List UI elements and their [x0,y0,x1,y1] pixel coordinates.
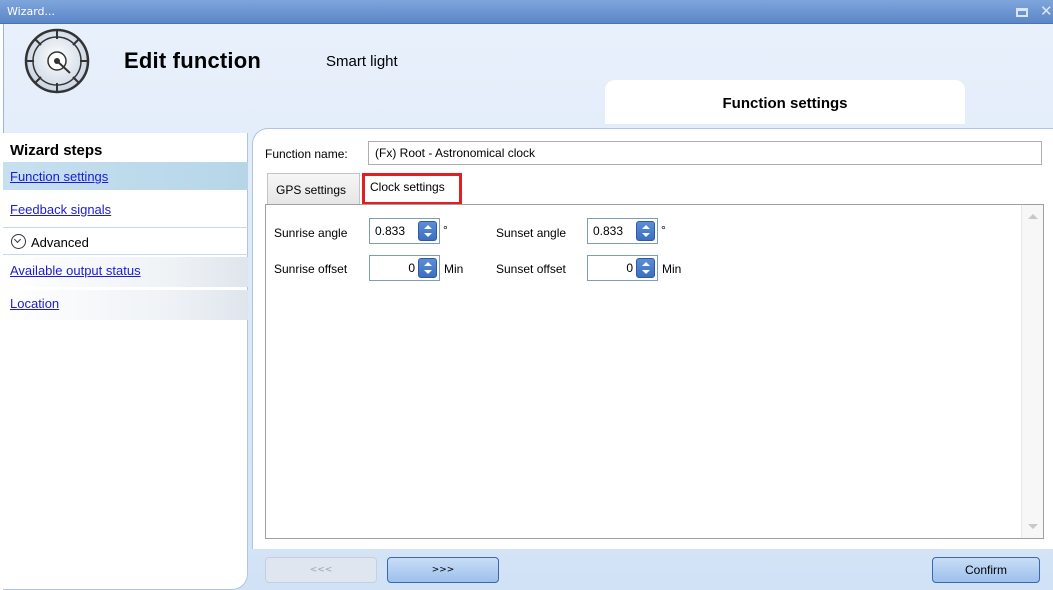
sunrise-angle-value[interactable]: 0.833 [375,224,415,238]
sunrise-angle-label: Sunrise angle [274,226,348,240]
scroll-up-icon[interactable] [1028,214,1038,219]
previous-button[interactable]: <<< [265,557,377,583]
spin-up-down-icon[interactable] [636,221,655,241]
spin-up-down-icon[interactable] [418,258,437,278]
page-title: Edit function [124,48,262,73]
scroll-down-icon[interactable] [1028,524,1038,529]
sunset-offset-unit: Min [662,262,682,276]
tab-clock-settings-label: Clock settings [370,180,445,194]
next-button[interactable]: >>> [387,557,499,583]
function-name-label: Function name: [265,147,348,161]
sidebar-item-function-settings[interactable]: Function settings [3,162,248,190]
tab-clock-settings[interactable]: Clock settings [362,173,462,205]
sidebar-title: Wizard steps [10,142,103,159]
sunset-angle-stepper[interactable]: 0.833 [587,218,658,244]
sunset-angle-label: Sunset angle [496,226,567,240]
sidebar-item-label[interactable]: Function settings [10,169,108,184]
sunrise-angle-unit: ° [443,223,448,237]
sunset-offset-label: Sunset offset [496,262,566,276]
sunrise-offset-unit: Min [444,262,464,276]
sidebar-item-label[interactable]: Location [10,296,59,311]
confirm-button[interactable]: Confirm [932,557,1040,583]
sunrise-offset-value[interactable]: 0 [375,261,415,275]
sidebar-item-label[interactable]: Available output status [10,263,141,278]
sidebar-item-label[interactable]: Feedback signals [10,202,111,217]
page-subtitle: Smart light [326,53,398,70]
sunrise-offset-stepper[interactable]: 0 [369,255,440,281]
sunrise-angle-stepper[interactable]: 0.833 [369,218,440,244]
close-icon[interactable]: ✕ [1040,2,1053,20]
clock-logo-icon [24,28,90,94]
maximize-icon[interactable] [1016,8,1028,17]
sunset-angle-value[interactable]: 0.833 [593,224,633,238]
sidebar-item-feedback-signals[interactable]: Feedback signals [3,198,248,226]
sidebar-advanced-label: Advanced [31,235,89,250]
sidebar-advanced-toggle[interactable]: Advanced [3,227,248,255]
spin-up-down-icon[interactable] [636,258,655,278]
sunset-offset-stepper[interactable]: 0 [587,255,658,281]
panel-scrollbar[interactable] [1021,205,1043,538]
tab-function-settings-label: Function settings [722,95,848,112]
tab-function-settings[interactable]: Function settings [605,80,965,124]
sunset-angle-unit: ° [661,223,666,237]
sidebar-item-available-output-status[interactable]: Available output status [3,257,248,287]
tab-gps-settings-label: GPS settings [276,183,347,197]
function-name-input[interactable]: (Fx) Root - Astronomical clock [368,141,1042,165]
window-titlebar: Wizard... ✕ [0,0,1053,24]
sidebar-item-location[interactable]: Location [3,290,248,320]
tab-gps-settings[interactable]: GPS settings [267,173,360,204]
spin-up-down-icon[interactable] [418,221,437,241]
window-title: Wizard... [7,5,56,18]
sunset-offset-value[interactable]: 0 [593,261,633,275]
chevron-down-circle-icon[interactable] [11,234,26,249]
sunrise-offset-label: Sunrise offset [274,262,348,276]
